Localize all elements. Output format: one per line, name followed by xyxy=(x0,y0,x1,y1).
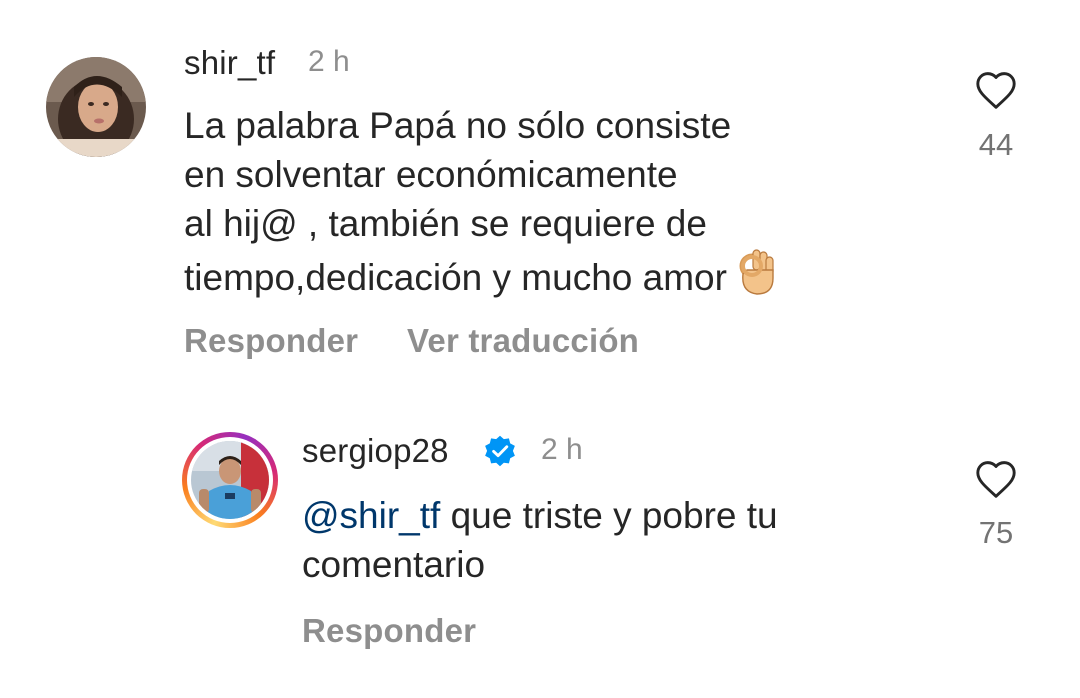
comment-text: La palabra Papá no sólo consiste en solv… xyxy=(184,101,777,308)
avatar-sergiop28[interactable] xyxy=(191,441,269,519)
like-count: 75 xyxy=(978,515,1014,550)
story-ring[interactable] xyxy=(182,432,278,528)
reply-line: comentario xyxy=(302,544,486,585)
comment-line: tiempo,dedicación y mucho amor xyxy=(184,257,727,298)
reply-button[interactable]: Responder xyxy=(302,612,476,650)
comment-line-with-emoji: tiempo,dedicación y mucho amor xyxy=(184,248,777,308)
reply-username[interactable]: sergiop28 xyxy=(302,432,449,470)
heart-outline-icon xyxy=(976,72,1016,109)
comment-line: La palabra Papá no sólo consiste xyxy=(184,105,732,146)
ok-hand-emoji-icon xyxy=(735,248,777,308)
heart-outline-icon xyxy=(976,461,1016,498)
see-translation-button[interactable]: Ver traducción xyxy=(407,322,639,360)
mention-link[interactable]: @shir_tf xyxy=(302,495,440,536)
reply-line: @shir_tf que triste y pobre tu xyxy=(302,491,778,540)
like-count: 44 xyxy=(978,127,1014,162)
like-button[interactable] xyxy=(974,459,1018,504)
comment-time: 2 h xyxy=(308,45,350,78)
comment-line: al hij@ , también se requiere de xyxy=(184,203,707,244)
reply-line-text: que triste y pobre tu xyxy=(440,495,778,536)
verified-badge-icon xyxy=(485,435,515,467)
comment-username[interactable]: shir_tf xyxy=(184,44,275,82)
reply-time: 2 h xyxy=(541,433,583,466)
avatar-shir-tf[interactable] xyxy=(46,57,146,157)
reply-button[interactable]: Responder xyxy=(184,322,358,360)
comment-line: en solventar económicamente xyxy=(184,154,678,195)
reply-text: @shir_tf que triste y pobre tu comentari… xyxy=(302,491,778,589)
like-button[interactable] xyxy=(974,70,1018,115)
